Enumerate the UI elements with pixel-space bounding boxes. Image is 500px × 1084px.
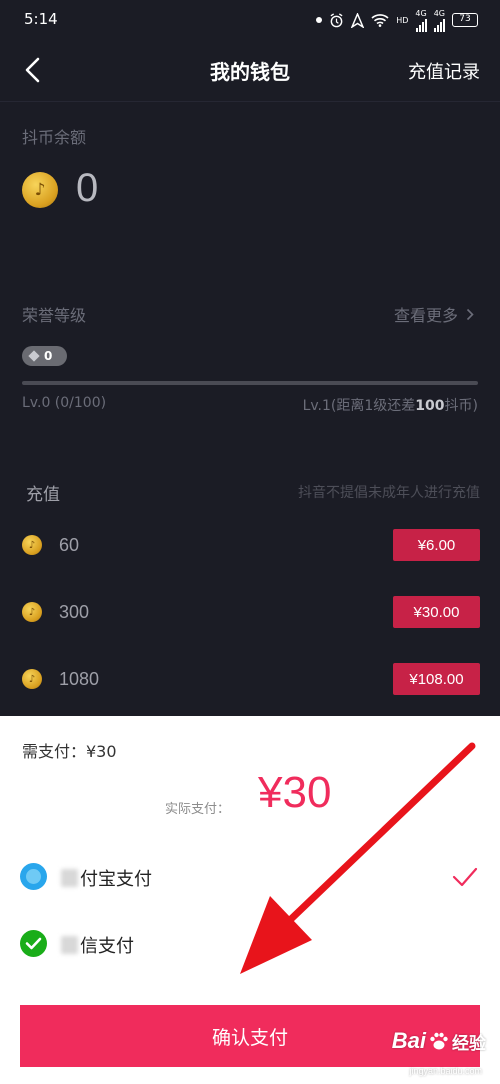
watermark-suffix: 经验 xyxy=(452,1033,486,1054)
need-pay-label: 需支付：¥30 xyxy=(22,742,117,761)
price-button[interactable]: ¥6.00 xyxy=(393,529,480,561)
network-type-label: HD xyxy=(396,16,408,25)
level-progress-bar xyxy=(22,381,478,385)
network-type-2: 4G xyxy=(433,8,445,18)
wechat-pay-label: 信支付 xyxy=(61,932,134,958)
signal-group-2: 4G xyxy=(434,9,445,32)
chevron-right-icon xyxy=(466,308,474,320)
signal-icon-2 xyxy=(433,18,445,32)
battery-icon: 73 xyxy=(452,13,478,27)
coin-glyph: ♪ xyxy=(28,673,36,685)
recharge-history-link[interactable]: 充值记录 xyxy=(408,58,480,84)
coin-icon: ♪ xyxy=(22,535,42,555)
alipay-label-text: 付宝支付 xyxy=(80,869,152,890)
check-icon xyxy=(452,867,478,887)
price-button[interactable]: ¥30.00 xyxy=(393,596,480,628)
level-next-value: 100 xyxy=(415,398,445,414)
baidu-watermark: Bai 经验 xyxy=(392,1028,486,1054)
balance-label: 抖币余额 xyxy=(22,128,87,147)
alarm-icon xyxy=(330,12,343,27)
diamond-icon xyxy=(28,350,40,362)
paw-icon xyxy=(430,1032,448,1050)
package-amount: 300 xyxy=(59,602,90,622)
battery-level: 73 xyxy=(459,14,471,24)
minor-recharge-notice: 抖音不提倡未成年人进行充值 xyxy=(298,485,480,501)
coin-glyph: ♪ xyxy=(34,180,46,200)
coin-glyph: ♪ xyxy=(28,606,36,618)
level-badge-value: 0 xyxy=(44,349,53,363)
redacted-text xyxy=(61,936,78,954)
see-more-label: 查看更多 xyxy=(393,306,458,325)
see-more-link[interactable]: 查看更多 xyxy=(394,302,474,326)
wifi-icon xyxy=(371,14,389,27)
hd-label: HD xyxy=(396,15,409,25)
recharge-title: 充值 xyxy=(26,485,60,505)
level-badge: 0 xyxy=(22,346,67,366)
wechat-icon xyxy=(20,930,47,957)
honor-level-label: 荣誉等级 xyxy=(22,306,87,325)
status-icons: HD 4G 4G 73 xyxy=(316,8,478,32)
alipay-label: 付宝支付 xyxy=(61,865,152,891)
alipay-icon xyxy=(20,863,47,890)
status-time: 5:14 xyxy=(24,10,58,28)
redacted-text xyxy=(61,869,78,887)
level-next-caption: Lv.1(距离1级还差100抖币) xyxy=(303,395,478,415)
package-amount: 1080 xyxy=(59,669,100,689)
level-next-suffix: 抖币) xyxy=(444,398,478,414)
signal-icon xyxy=(415,18,427,32)
actual-pay-amount: ¥30 xyxy=(258,768,332,817)
coin-icon: ♪ xyxy=(22,172,58,208)
balance-value: 0 xyxy=(76,166,99,210)
coin-icon: ♪ xyxy=(22,669,42,689)
network-type-1: 4G xyxy=(415,8,427,18)
price-button[interactable]: ¥108.00 xyxy=(393,663,480,695)
wechat-pay-label-text: 信支付 xyxy=(80,936,134,957)
actual-pay-label: 实际支付： xyxy=(165,802,231,817)
nav-divider xyxy=(0,101,500,102)
navigation-icon xyxy=(351,12,365,28)
watermark-brand: Bai xyxy=(391,1028,426,1053)
level-next-prefix: Lv.1(距离1级还差 xyxy=(302,398,416,414)
package-amount: 60 xyxy=(59,535,80,555)
level-current-caption: Lv.0 (0/100) xyxy=(22,395,107,411)
coin-glyph: ♪ xyxy=(28,539,36,551)
watermark-url: jingyan.baidu.com xyxy=(409,1066,482,1076)
coin-icon: ♪ xyxy=(22,602,42,622)
signal-group-1: 4G xyxy=(415,8,427,32)
notification-dot-icon xyxy=(316,17,323,23)
